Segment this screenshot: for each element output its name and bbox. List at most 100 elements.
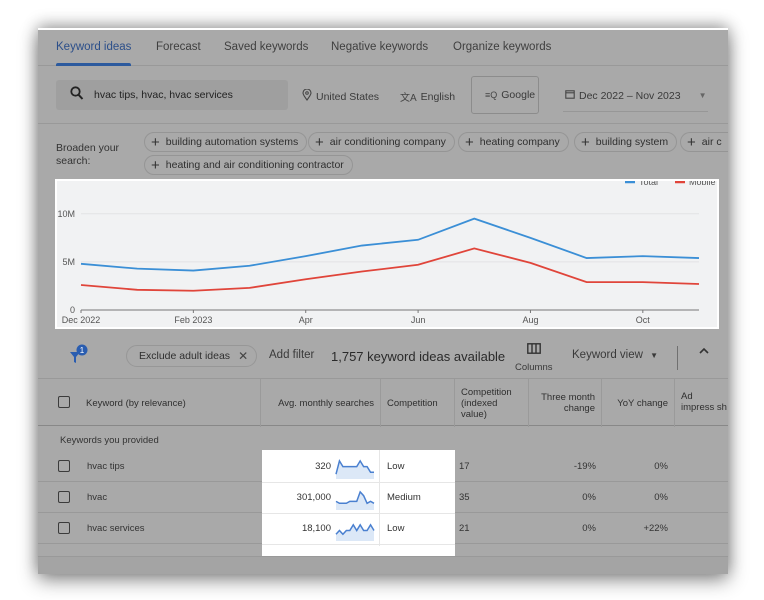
chip-label: air c <box>701 136 722 148</box>
filter-icon[interactable]: 1 <box>68 344 90 369</box>
plus-icon: + <box>687 133 696 151</box>
broaden-chip[interactable]: + building system <box>574 132 678 152</box>
header-avg-monthly-searches[interactable]: Avg. monthly searches <box>260 379 380 427</box>
tab-negative-keywords[interactable]: Negative keywords <box>331 41 428 53</box>
search-network-icon: ≡Q <box>485 90 498 100</box>
language-value: English <box>420 90 456 103</box>
toolbar-divider <box>677 346 678 370</box>
exclude-adult-ideas-chip[interactable]: Exclude adult ideas ✕ <box>126 345 258 367</box>
competition-value: Medium <box>387 492 421 503</box>
plus-icon: + <box>465 133 474 151</box>
competition-index-cell: 35 <box>459 492 470 503</box>
broaden-chip[interactable]: + air conditioning company <box>308 132 455 152</box>
location-value: United States <box>316 90 380 103</box>
yoy-cell: 0% <box>654 461 668 472</box>
active-tab-indicator <box>56 63 131 66</box>
columns-button[interactable]: Columns <box>515 362 553 373</box>
broaden-chip[interactable]: + building automation systems <box>144 132 308 152</box>
trend-sparkline <box>335 490 375 510</box>
keyword-ideas-count: 1,757 keyword ideas available <box>331 349 506 364</box>
header-competition[interactable]: Competition <box>380 379 454 427</box>
competition-value: Low <box>387 461 405 472</box>
search-volume-chart: 0 5M 10M Dec 2022 Feb 2023 Apr Jun Aug Oct Total M… <box>55 179 719 329</box>
trend-sparkline <box>335 458 374 479</box>
results-toolbar: 1 Exclude adult ideas ✕ Add filter 1,757… <box>38 332 728 378</box>
competition-index-cell: 17 <box>459 461 470 472</box>
legend-label: Mobile <box>689 181 716 187</box>
plus-icon: + <box>151 133 160 151</box>
avg-searches-value: 320 <box>315 461 331 472</box>
y-tick-label: 10M <box>57 209 75 219</box>
dropdown-arrow-icon: ▼ <box>650 351 659 360</box>
keyword-planner-window: Keyword ideas Forecast Saved keywords Ne… <box>38 28 728 574</box>
date-range-selector[interactable]: Dec 2022 – Nov 2023 ▼ <box>565 89 707 102</box>
tab-bar: Keyword ideas Forecast Saved keywords Ne… <box>38 30 728 66</box>
tab-saved-keywords[interactable]: Saved keywords <box>224 41 308 53</box>
network-filter[interactable]: ≡Q Google <box>485 89 535 101</box>
x-tick-label: Feb 2023 <box>174 315 212 325</box>
chip-label: building automation systems <box>165 136 299 148</box>
chip-label: building system <box>595 136 669 148</box>
location-pin-icon <box>302 88 312 104</box>
add-filter-button[interactable]: Add filter <box>269 349 314 361</box>
trend-sparkline <box>335 523 375 541</box>
highlight-row: 301,000 Medium <box>262 483 455 514</box>
keyword-cell: hvac services <box>87 523 145 534</box>
row-checkbox[interactable] <box>58 491 70 503</box>
header-competition-indexed[interactable]: Competition (indexed value) <box>454 379 528 427</box>
x-tick-label: Aug <box>522 315 538 325</box>
competition-value: Low <box>387 523 405 534</box>
chart-canvas: 0 5M 10M Dec 2022 Feb 2023 Apr Jun Aug Oct Total M… <box>57 181 716 325</box>
collapse-chevron-icon[interactable] <box>698 346 710 359</box>
chip-label: Exclude adult ideas <box>139 350 231 362</box>
broaden-chip[interactable]: + heating and air conditioning contractor <box>144 155 353 175</box>
keyword-cell: hvac <box>87 492 108 503</box>
date-range-value: Dec 2022 – Nov 2023 <box>579 89 681 102</box>
three-month-cell: -19% <box>573 461 596 472</box>
broaden-chip[interactable]: + air c <box>680 132 728 152</box>
tab-keyword-ideas[interactable]: Keyword ideas <box>56 41 131 53</box>
sparkline-line <box>335 490 375 505</box>
chip-label: heating company <box>479 136 560 148</box>
x-tick-label: Jun <box>411 315 426 325</box>
chip-label: air conditioning company <box>329 136 446 148</box>
plus-icon: + <box>581 133 590 151</box>
tab-forecast[interactable]: Forecast <box>156 41 201 53</box>
yoy-cell: +22% <box>643 523 668 534</box>
row-checkbox[interactable] <box>58 460 70 472</box>
group-label: Keywords you provided <box>60 435 159 446</box>
keyword-view-dropdown[interactable]: Keyword view ▼ <box>572 349 658 361</box>
network-value: Google <box>501 89 536 101</box>
avg-searches-value: 301,000 <box>296 492 331 503</box>
select-all-checkbox[interactable] <box>58 396 70 408</box>
search-icon <box>70 86 84 107</box>
highlight-row: 18,100 Low <box>262 514 455 545</box>
view-label: Keyword view <box>572 349 643 361</box>
legend-label: Total <box>639 181 658 187</box>
y-tick-label: 0 <box>70 305 75 315</box>
header-yoy-change[interactable]: YoY change <box>601 379 674 427</box>
keyword-search-input[interactable]: hvac tips, hvac, hvac services <box>56 80 288 110</box>
y-tick-label: 5M <box>62 257 75 267</box>
header-keyword[interactable]: Keyword (by relevance) <box>80 379 260 427</box>
tab-organize-keywords[interactable]: Organize keywords <box>453 41 551 53</box>
broaden-label: Broaden your search: <box>56 142 120 167</box>
chip-label: heating and air conditioning contractor <box>165 159 344 171</box>
broaden-chip[interactable]: + heating company <box>458 132 569 152</box>
header-ad-impression-share[interactable]: Ad impress sh <box>674 379 728 427</box>
keyword-cell: hvac tips <box>87 461 125 472</box>
row-checkbox[interactable] <box>58 522 70 534</box>
search-query: hvac tips, hvac, hvac services <box>94 89 233 101</box>
location-filter[interactable]: United States <box>302 88 380 104</box>
close-icon[interactable]: ✕ <box>238 349 248 363</box>
header-three-month-change[interactable]: Three month change <box>528 379 601 427</box>
plus-icon: + <box>315 133 324 151</box>
x-tick-label: Apr <box>299 315 313 325</box>
columns-icon[interactable] <box>527 343 541 357</box>
avg-searches-value: 18,100 <box>301 523 331 534</box>
calendar-icon <box>565 89 575 102</box>
three-month-cell: 0% <box>582 523 596 534</box>
filter-badge: 1 <box>80 346 85 355</box>
language-filter[interactable]: 文A English <box>400 89 456 105</box>
yoy-cell: 0% <box>654 492 668 503</box>
